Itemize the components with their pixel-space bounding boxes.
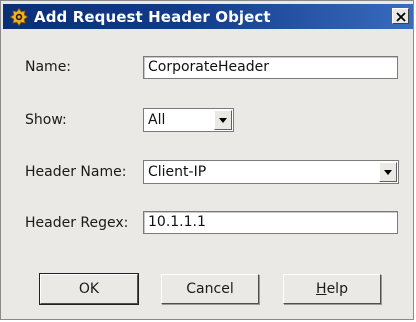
- help-button[interactable]: Help: [283, 274, 381, 304]
- header-regex-label: Header Regex:: [25, 215, 129, 231]
- show-label: Show:: [25, 112, 67, 128]
- close-button[interactable]: [392, 8, 409, 24]
- header-name-label: Header Name:: [25, 164, 127, 180]
- ok-button[interactable]: OK: [39, 273, 139, 305]
- show-select[interactable]: All: [143, 108, 234, 132]
- header-name-selected-value: Client-IP: [148, 164, 207, 180]
- gold-badge-icon: [9, 7, 29, 27]
- show-dropdown-button[interactable]: [214, 110, 232, 130]
- chevron-down-icon: [218, 112, 228, 128]
- header-regex-field[interactable]: 10.1.1.1: [143, 211, 398, 234]
- cancel-button[interactable]: Cancel: [161, 274, 259, 304]
- help-mnemonic: H: [316, 281, 327, 297]
- header-name-dropdown-button[interactable]: [379, 162, 397, 182]
- window-title: Add Request Header Object: [34, 7, 271, 26]
- help-label-rest: elp: [326, 281, 348, 297]
- chevron-down-icon: [383, 164, 393, 180]
- name-field[interactable]: CorporateHeader: [143, 56, 398, 79]
- show-selected-value: All: [148, 112, 166, 128]
- header-name-select[interactable]: Client-IP: [143, 160, 399, 184]
- add-request-header-dialog: Add Request Header Object Name: Corporat…: [0, 0, 414, 320]
- close-icon: [395, 7, 406, 26]
- name-label: Name:: [25, 59, 72, 75]
- title-bar[interactable]: Add Request Header Object: [3, 4, 413, 29]
